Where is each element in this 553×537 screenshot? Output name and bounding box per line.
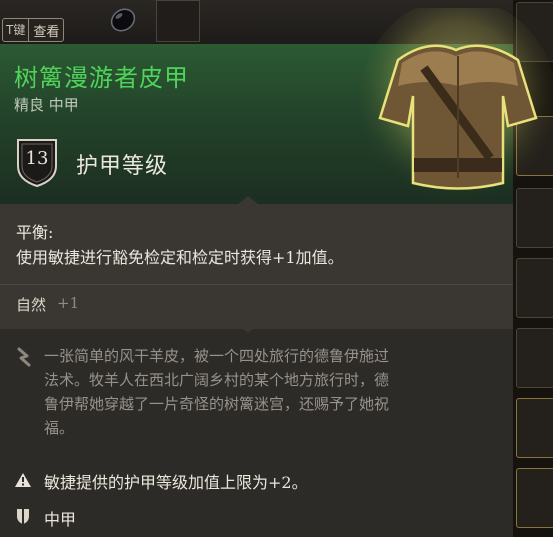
quill-icon [17,347,31,367]
equipment-slot[interactable] [516,328,553,388]
equipment-slot[interactable] [516,398,553,458]
description-line: 福。 [44,419,75,437]
gem-icon[interactable] [108,4,138,34]
divider [0,284,513,285]
armor-type: 中甲 [44,510,77,529]
medium-armor-icon [17,509,29,524]
equipment-slot[interactable] [516,258,553,318]
inventory-slot[interactable] [156,0,200,42]
item-name: 树篱漫游者皮甲 [14,64,189,92]
skill-bonus-name: 自然 [16,296,47,314]
passive-description: 使用敏捷进行豁免检定和检定时获得+1加值。 [16,248,344,267]
armor-class-label: 护甲等级 [76,154,169,179]
passive-title: 平衡: [16,223,54,242]
equipment-slot[interactable] [516,468,553,528]
description-line: 鲁伊帮她穿越了一片奇怪的树篱迷宫，还赐予了她祝 [44,395,390,413]
hotkey-action: 查看 [33,24,60,40]
description-line: 一张简单的风干羊皮，被一个四处旅行的德鲁伊施过 [44,347,390,365]
examine-hotkey-hint[interactable]: T键 查看 [2,18,65,42]
description-line: 法术。牧羊人在西北广阔乡村的某个地方旅行时，德 [44,371,390,389]
hotkey-key: T键 [3,19,30,41]
item-description: 一张简单的风干羊皮，被一个四处旅行的德鲁伊施过 法术。牧羊人在西北广阔乡村的某个… [44,344,489,440]
section-divider-notch [238,325,258,333]
armor-class-value: 13 [25,148,49,169]
skill-bonus-value: +1 [57,294,80,312]
section-divider-notch [238,196,258,204]
warning-icon [15,473,31,487]
item-rarity-type: 精良 中甲 [14,96,79,114]
item-tooltip: 树篱漫游者皮甲 精良 中甲 13 护甲等级 平衡: 使用敏捷进行豁免检定和检定时… [0,8,553,537]
leather-armor-icon [360,8,553,202]
dex-cap-warning: 敏捷提供的护甲等级加值上限为+2。 [44,473,308,492]
